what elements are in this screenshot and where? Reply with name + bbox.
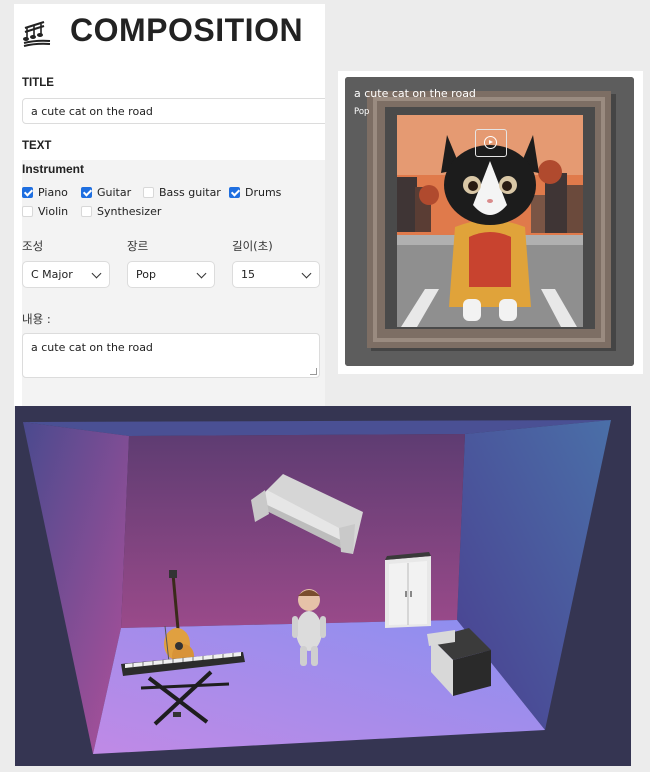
checkbox-guitar[interactable]: Guitar <box>81 186 131 199</box>
title-input[interactable]: a cute cat on the road <box>22 98 325 124</box>
checkbox-drums-label: Drums <box>245 186 282 199</box>
panel-header: COMPOSITION <box>22 12 303 49</box>
checkbox-violin[interactable]: Violin <box>22 205 68 218</box>
room-scene-render <box>15 406 631 766</box>
genre-select-value: Pop <box>136 268 156 281</box>
checkbox-unchecked-icon[interactable] <box>22 206 33 217</box>
length-label: 길이(초) <box>232 239 273 253</box>
wardrobe[interactable] <box>385 552 431 628</box>
content-label: 내용 : <box>22 312 51 326</box>
length-select[interactable]: 15 <box>232 261 320 288</box>
result-card[interactable]: a cute cat on the road Pop <box>345 77 634 366</box>
checkbox-unchecked-icon[interactable] <box>143 187 154 198</box>
text-label: TEXT <box>22 140 52 152</box>
key-select[interactable]: C Major <box>22 261 110 288</box>
room-3d-viewport[interactable] <box>15 406 631 766</box>
checkbox-checked-icon[interactable] <box>22 187 33 198</box>
play-button[interactable] <box>475 129 507 157</box>
checkbox-bass-guitar-label: Bass guitar <box>159 186 221 199</box>
checkbox-bass-guitar[interactable]: Bass guitar <box>143 186 221 199</box>
checkbox-guitar-label: Guitar <box>97 186 132 199</box>
checkbox-synthesizer-label: Synthesizer <box>97 205 162 218</box>
chevron-down-icon <box>196 268 207 279</box>
genre-select[interactable]: Pop <box>127 261 215 288</box>
checkbox-piano[interactable]: Piano <box>22 186 68 199</box>
result-card-container: a cute cat on the road Pop <box>338 71 643 374</box>
key-label: 조성 <box>22 239 44 253</box>
music-notes-icon <box>23 20 51 47</box>
checkbox-violin-label: Violin <box>38 205 69 218</box>
title-label: TITLE <box>22 77 54 89</box>
checkbox-unchecked-icon[interactable] <box>81 206 92 217</box>
page-title: COMPOSITION <box>70 12 304 48</box>
card-genre: Pop <box>354 107 370 117</box>
card-title: a cute cat on the road <box>354 87 476 100</box>
chevron-down-icon <box>301 268 312 279</box>
instrument-section: Instrument Piano Guitar Bass guitar Drum… <box>22 160 325 406</box>
checkbox-synthesizer[interactable]: Synthesizer <box>81 205 161 218</box>
genre-label: 장르 <box>127 239 149 253</box>
checkbox-checked-icon[interactable] <box>229 187 240 198</box>
key-select-value: C Major <box>31 268 73 281</box>
resize-grip-icon[interactable] <box>310 368 317 375</box>
checkbox-drums[interactable]: Drums <box>229 186 281 199</box>
chevron-down-icon <box>91 268 102 279</box>
checkbox-piano-label: Piano <box>38 186 68 199</box>
content-textarea[interactable]: a cute cat on the road <box>22 333 320 378</box>
composition-panel: COMPOSITION TITLE a cute cat on the road… <box>14 4 325 406</box>
content-textarea-value: a cute cat on the road <box>31 341 153 354</box>
length-select-value: 15 <box>241 268 255 281</box>
instrument-label: Instrument <box>22 162 85 176</box>
checkbox-checked-icon[interactable] <box>81 187 92 198</box>
album-artwork <box>345 77 634 366</box>
play-circle-icon <box>484 136 497 149</box>
